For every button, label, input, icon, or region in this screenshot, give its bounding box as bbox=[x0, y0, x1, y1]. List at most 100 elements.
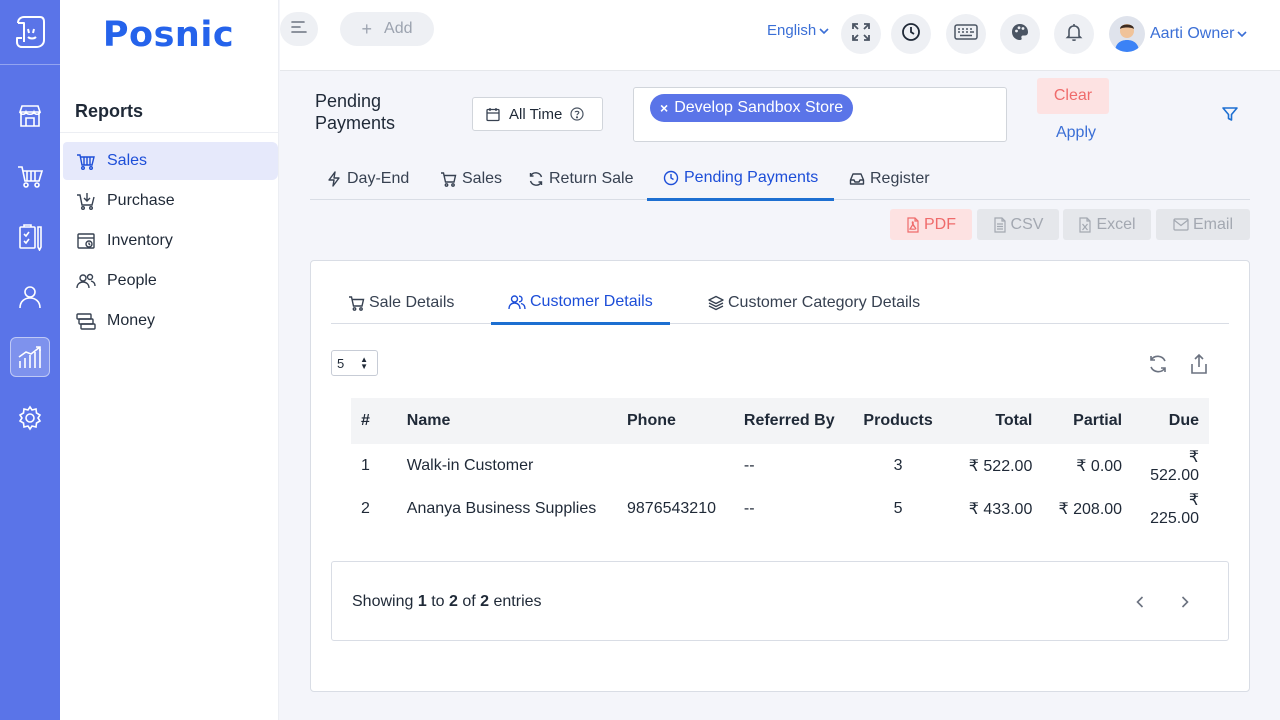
customer-details-table: # Name Phone Referred By Products Total … bbox=[351, 398, 1209, 530]
column-header[interactable]: Due bbox=[1132, 398, 1209, 444]
customer-phone: 9876543210 bbox=[627, 499, 716, 517]
icon-rail bbox=[0, 0, 60, 720]
language-label: English bbox=[767, 22, 817, 39]
people-icon bbox=[75, 270, 97, 292]
clear-button[interactable]: Clear bbox=[1037, 78, 1109, 114]
clock-icon bbox=[663, 170, 679, 186]
chevron-right-icon bbox=[1181, 596, 1189, 608]
referred-by: -- bbox=[743, 456, 755, 474]
tab-label: Day-End bbox=[347, 169, 410, 187]
basket-icon bbox=[75, 150, 97, 172]
column-header[interactable]: Partial bbox=[1042, 398, 1132, 444]
tab-sale-details[interactable]: Sale Details bbox=[331, 282, 471, 324]
menu-toggle-button[interactable] bbox=[280, 12, 318, 46]
brand-logo[interactable]: Posnic bbox=[60, 0, 279, 70]
customer-name: Ananya Business Supplies bbox=[406, 499, 597, 517]
column-header[interactable]: Name bbox=[397, 398, 617, 444]
page-size-value: 5 bbox=[337, 355, 345, 371]
bell-icon bbox=[1064, 22, 1084, 47]
export-excel-button[interactable]: Excel bbox=[1063, 209, 1151, 240]
apply-button[interactable]: Apply bbox=[1037, 116, 1115, 150]
rail-settings-icon[interactable] bbox=[10, 398, 50, 438]
sidebar-item-label: Sales bbox=[107, 152, 148, 169]
tab-sales[interactable]: Sales bbox=[424, 157, 518, 200]
refresh-icon[interactable] bbox=[1147, 353, 1169, 375]
info-text: to bbox=[431, 593, 445, 610]
close-icon[interactable]: × bbox=[660, 100, 668, 116]
rail-user-icon[interactable] bbox=[10, 277, 50, 317]
sidebar-item-purchase[interactable]: Purchase bbox=[63, 182, 278, 220]
sidebar-item-people[interactable]: People bbox=[63, 262, 278, 300]
tab-label: Sales bbox=[462, 169, 503, 187]
rail-store-icon[interactable] bbox=[10, 96, 50, 136]
help-icon[interactable] bbox=[570, 107, 584, 121]
sidebar-item-sales[interactable]: Sales bbox=[63, 142, 278, 180]
fullscreen-button[interactable] bbox=[841, 14, 881, 54]
page-title-line: Pending bbox=[315, 91, 382, 111]
language-select[interactable]: English bbox=[767, 22, 829, 39]
page-size-select[interactable]: 5 ▲ ▼ bbox=[331, 350, 378, 376]
export-pdf-button[interactable]: PDF bbox=[890, 209, 972, 240]
tab-pending-payments[interactable]: Pending Payments bbox=[647, 157, 835, 201]
tab-return-sale[interactable]: Return Sale bbox=[512, 157, 650, 200]
sidebar-item-label: Inventory bbox=[107, 232, 173, 249]
notifications-button[interactable] bbox=[1054, 14, 1094, 54]
next-page-button[interactable] bbox=[1173, 590, 1197, 614]
add-button[interactable]: + Add bbox=[340, 12, 434, 46]
row-number: 2 bbox=[361, 499, 370, 517]
clock-button[interactable] bbox=[891, 14, 931, 54]
export-csv-button[interactable]: CSV bbox=[977, 209, 1059, 240]
filter-icon[interactable] bbox=[1221, 105, 1239, 128]
row-number: 1 bbox=[361, 456, 370, 474]
tab-label: Customer Details bbox=[530, 293, 653, 310]
sidebar-item-money[interactable]: Money bbox=[63, 302, 278, 340]
user-menu[interactable]: Aarti Owner bbox=[1109, 16, 1248, 52]
keyboard-button[interactable] bbox=[946, 14, 986, 54]
inbox-icon bbox=[849, 171, 865, 187]
table-row: 1 Walk-in Customer -- 3 ₹ 522.00 ₹ 0.00 … bbox=[351, 444, 1209, 487]
store-select[interactable]: × Develop Sandbox Store bbox=[633, 87, 1007, 142]
store-chip[interactable]: × Develop Sandbox Store bbox=[650, 94, 854, 122]
report-card: Sale Details Customer Details Customer C… bbox=[310, 260, 1250, 692]
tab-register[interactable]: Register bbox=[833, 157, 946, 200]
info-to: 2 bbox=[448, 593, 458, 610]
export-email-button[interactable]: Email bbox=[1156, 209, 1250, 240]
export-icon[interactable] bbox=[1189, 353, 1209, 375]
date-range-picker[interactable]: All Time bbox=[472, 97, 603, 131]
previous-page-button[interactable] bbox=[1128, 590, 1152, 614]
avatar bbox=[1109, 16, 1145, 52]
column-header[interactable]: Total bbox=[943, 398, 1043, 444]
tab-day-end[interactable]: Day-End bbox=[310, 157, 425, 200]
rail-clipboard-icon[interactable] bbox=[10, 217, 50, 257]
palette-icon bbox=[1010, 22, 1030, 47]
theme-button[interactable] bbox=[1000, 14, 1040, 54]
detail-tabs: Sale Details Customer Details Customer C… bbox=[331, 282, 1229, 325]
column-header[interactable]: Referred By bbox=[734, 398, 854, 444]
reports-sidebar: Posnic Reports Sales Purchase Inventory … bbox=[60, 0, 279, 720]
report-tabs: Day-End Sales Return Sale Pending Paymen… bbox=[310, 157, 1250, 201]
app-logo-icon[interactable] bbox=[0, 0, 60, 64]
partial-amount: ₹ 0.00 bbox=[1076, 457, 1123, 475]
sidebar-title: Reports bbox=[75, 101, 144, 121]
menu-icon bbox=[290, 19, 308, 40]
chevron-down-icon bbox=[1237, 30, 1248, 38]
column-header[interactable]: # bbox=[351, 398, 397, 444]
products-count: 3 bbox=[893, 456, 903, 474]
tab-label: Register bbox=[870, 169, 930, 187]
page-title: Pending Payments bbox=[315, 90, 395, 134]
sidebar-item-inventory[interactable]: Inventory bbox=[63, 222, 278, 260]
rail-cart-icon[interactable] bbox=[10, 156, 50, 196]
rail-reports-icon[interactable] bbox=[10, 337, 50, 377]
column-header[interactable]: Products bbox=[853, 398, 942, 444]
tab-customer-category-details[interactable]: Customer Category Details bbox=[691, 282, 937, 324]
tab-customer-details[interactable]: Customer Details bbox=[491, 282, 670, 325]
sidebar-item-label: People bbox=[107, 272, 157, 289]
add-button-label: Add bbox=[384, 20, 413, 37]
column-header[interactable]: Phone bbox=[617, 398, 734, 444]
csv-file-icon bbox=[993, 216, 1007, 233]
table-row: 2 Ananya Business Supplies 9876543210 --… bbox=[351, 487, 1209, 530]
fullscreen-icon bbox=[851, 22, 871, 47]
table-header-row: # Name Phone Referred By Products Total … bbox=[351, 398, 1209, 444]
partial-amount: ₹ 208.00 bbox=[1058, 500, 1123, 518]
layers-icon bbox=[708, 295, 724, 311]
